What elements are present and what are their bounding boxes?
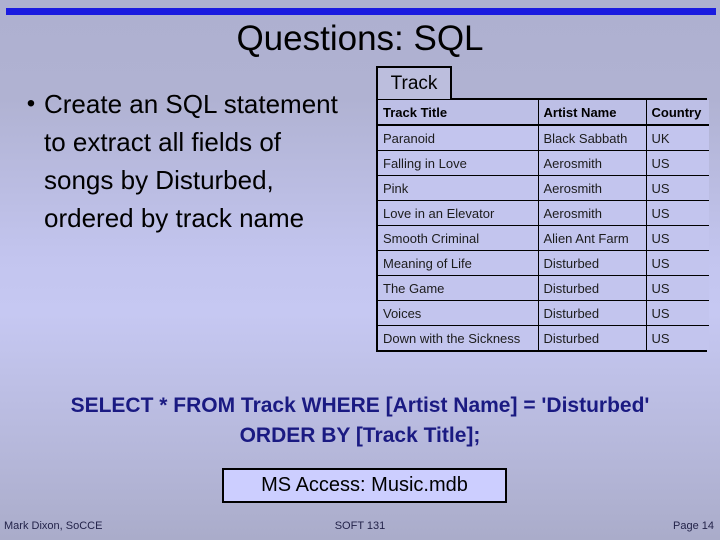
sql-answer-line-2: ORDER BY [Track Title]; (239, 424, 481, 447)
table-cell: Black Sabbath (538, 124, 647, 151)
table-cell: Down with the Sickness (378, 325, 539, 350)
top-accent-bar (6, 8, 716, 15)
table-row: Meaning of Life Disturbed US (378, 250, 709, 276)
table-row: Voices Disturbed US (378, 300, 709, 326)
table-cell: The Game (378, 275, 539, 301)
table-row: Paranoid Black Sabbath UK (378, 124, 709, 151)
column-header[interactable]: Artist Name (538, 100, 647, 126)
footer-course: SOFT 131 (334, 520, 386, 532)
table-cell: Love in an Elevator (378, 200, 539, 226)
footer-page-number: Page 14 (673, 520, 714, 532)
source-caption: MS Access: Music.mdb (222, 468, 507, 503)
table-cell: Smooth Criminal (378, 225, 539, 251)
sql-answer: SELECT * FROM Track WHERE [Artist Name] … (0, 391, 720, 451)
table-cell: US (646, 275, 709, 301)
table-row: The Game Disturbed US (378, 275, 709, 301)
table-cell: Aerosmith (538, 200, 647, 226)
sql-answer-line-1: SELECT * FROM Track WHERE [Artist Name] … (70, 394, 650, 417)
track-table: Track Title Artist Name Country Paranoid Bla… (376, 98, 709, 352)
table-cell: US (646, 175, 709, 201)
table-row: Smooth Criminal Alien Ant Farm US (378, 225, 709, 251)
table-cell: Disturbed (538, 300, 647, 326)
table-cell: Disturbed (538, 250, 647, 276)
bullet-text: Create an SQL statement to extract all f… (44, 89, 338, 233)
table-cell: US (646, 300, 709, 326)
column-header[interactable]: Track Title (378, 100, 539, 126)
table-cell: Voices (378, 300, 539, 326)
table-row: Love in an Elevator Aerosmith US (378, 200, 709, 226)
table-row: Pink Aerosmith US (378, 175, 709, 201)
table-cell: US (646, 200, 709, 226)
table-row: Down with the Sickness Disturbed US (378, 325, 709, 350)
table-cell: US (646, 250, 709, 276)
table-cell: Pink (378, 175, 539, 201)
table-cell: Falling in Love (378, 150, 539, 176)
slide-footer: Mark Dixon, SoCCE SOFT 131 Page 14 (0, 518, 720, 534)
table-header-row: Track Title Artist Name Country (378, 100, 709, 126)
table-cell: US (646, 225, 709, 251)
table-cell: Disturbed (538, 275, 647, 301)
table-cell: Alien Ant Farm (538, 225, 647, 251)
bullet-marker-icon: • (26, 90, 36, 117)
page-title: Questions: SQL (236, 19, 484, 58)
table-cell: Meaning of Life (378, 250, 539, 276)
table-row: Falling in Love Aerosmith US (378, 150, 709, 176)
table-cell: Disturbed (538, 325, 647, 350)
table-tab-label: Track (376, 66, 452, 99)
table-cell: US (646, 325, 709, 350)
table-cell: Aerosmith (538, 175, 647, 201)
table-cell: Paranoid (378, 124, 539, 151)
bullet-list: • Create an SQL statement to extract all… (18, 85, 368, 237)
list-item: • Create an SQL statement to extract all… (18, 85, 368, 237)
table-cell: UK (646, 124, 709, 151)
column-header[interactable]: Country (646, 100, 709, 126)
table-cell: US (646, 150, 709, 176)
table-cell: Aerosmith (538, 150, 647, 176)
